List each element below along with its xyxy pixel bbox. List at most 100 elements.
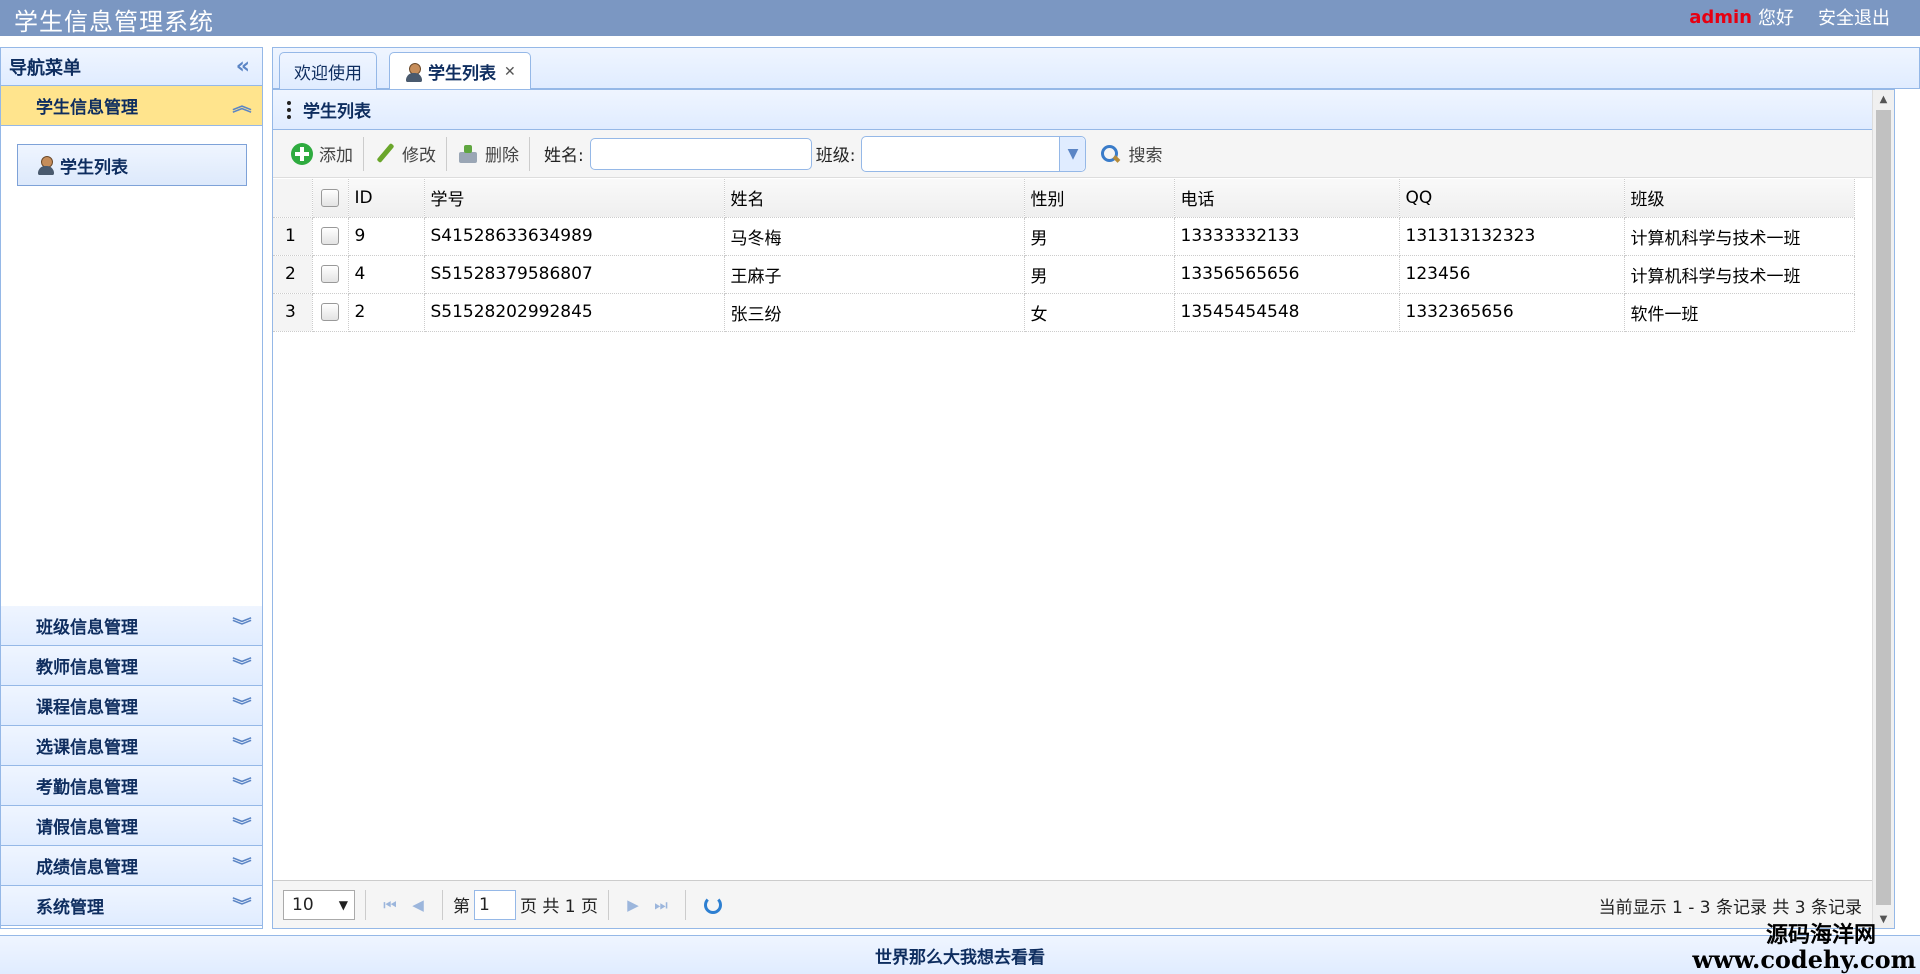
select-all-checkbox-cell[interactable]	[312, 179, 349, 218]
cell-student-number: S51528379586807	[424, 255, 725, 294]
add-label: 添加	[319, 146, 353, 166]
collapse-left-icon[interactable]: «	[236, 55, 250, 78]
sidebar-section-label: 学生信息管理	[36, 98, 138, 118]
vertical-scrollbar[interactable]: ▲ ▼	[1872, 90, 1894, 928]
watermark: 源码海洋网 www.codehy.com	[1692, 923, 1916, 972]
row-checkbox[interactable]	[321, 303, 339, 321]
chevron-up-icon[interactable]: ︽	[232, 97, 251, 114]
sidebar-item-student-list[interactable]: 学生列表	[17, 144, 247, 186]
toolbar-divider	[529, 136, 530, 171]
data-grid: ID 学号 姓名 性别 电话 QQ 班级 1 9 S41528633634989…	[273, 179, 1894, 332]
next-page-icon[interactable]: ▶	[619, 891, 647, 919]
chevron-down-icon[interactable]: ▼	[1059, 136, 1086, 171]
pager-divider	[608, 889, 610, 920]
tab-bar: 欢迎使用 学生列表 ✕	[272, 47, 1920, 90]
row-number: 1	[273, 217, 313, 256]
sidebar-section-course[interactable]: 课程信息管理 ︾	[1, 686, 262, 726]
chevron-down-icon[interactable]: ︾	[232, 777, 251, 794]
sidebar-section-teacher[interactable]: 教师信息管理 ︾	[1, 646, 262, 686]
kebab-menu-icon	[287, 100, 291, 119]
row-checkbox-cell[interactable]	[312, 293, 349, 332]
first-page-icon[interactable]: ⏮	[376, 891, 404, 919]
sidebar-section-system[interactable]: 系统管理 ︾	[1, 886, 262, 926]
cell-id: 9	[348, 217, 425, 256]
chevron-down-icon[interactable]: ︾	[232, 817, 251, 834]
cell-qq: 123456	[1399, 255, 1625, 294]
table-row[interactable]: 2 4 S51528379586807 王麻子 男 13356565656 12…	[273, 255, 1855, 294]
refresh-icon[interactable]	[704, 895, 723, 914]
sidebar-section-label: 班级信息管理	[36, 618, 138, 638]
class-select[interactable]: ▼	[861, 135, 1087, 172]
username: admin	[1689, 6, 1752, 28]
delete-button[interactable]: 删除	[449, 137, 527, 171]
pager-divider	[442, 889, 443, 920]
cell-student-number: S41528633634989	[424, 217, 725, 256]
user-area: admin 您好 安全退出	[1689, 4, 1890, 30]
select-all-checkbox[interactable]	[321, 188, 339, 207]
sidebar-section-leave[interactable]: 请假信息管理 ︾	[1, 806, 262, 846]
sidebar-section-grades[interactable]: 成绩信息管理 ︾	[1, 846, 262, 886]
page-total: 页 共 1 页	[520, 897, 599, 917]
scroll-up-icon[interactable]: ▲	[1873, 90, 1894, 108]
cell-class: 计算机科学与技术一班	[1624, 255, 1855, 294]
search-button[interactable]: 搜索	[1100, 141, 1162, 166]
dropdown-arrow-icon: ▼	[338, 897, 348, 912]
toolbar-divider	[446, 136, 447, 171]
close-icon[interactable]: ✕	[504, 64, 516, 80]
row-checkbox-cell[interactable]	[312, 255, 349, 294]
column-header[interactable]: 性别	[1024, 179, 1175, 218]
column-header[interactable]: ID	[348, 179, 425, 218]
logout-link[interactable]: 安全退出	[1818, 4, 1890, 30]
pager-divider	[685, 889, 687, 920]
column-header[interactable]: 学号	[424, 179, 725, 218]
app-header: 学生信息管理系统 admin 您好 安全退出	[0, 0, 1920, 36]
table-row[interactable]: 1 9 S41528633634989 马冬梅 男 13333332133 13…	[273, 217, 1855, 256]
column-header[interactable]: 姓名	[724, 179, 1025, 218]
chevron-down-icon[interactable]: ︾	[232, 697, 251, 714]
sidebar-section-attendance[interactable]: 考勤信息管理 ︾	[1, 766, 262, 806]
cell-student-number: S51528202992845	[424, 293, 725, 332]
row-checkbox-cell[interactable]	[312, 217, 349, 256]
row-number: 3	[273, 293, 313, 332]
column-header[interactable]: 电话	[1174, 179, 1400, 218]
column-header[interactable]: 班级	[1624, 179, 1855, 218]
cell-gender: 男	[1024, 217, 1175, 256]
last-page-icon[interactable]: ⏭	[647, 891, 675, 919]
prev-page-icon[interactable]: ◀	[404, 891, 432, 919]
tab-student-list[interactable]: 学生列表 ✕	[389, 52, 531, 90]
sidebar-section-class[interactable]: 班级信息管理 ︾	[1, 606, 262, 646]
user-icon	[404, 62, 424, 82]
add-button[interactable]: 添加	[283, 137, 361, 171]
name-filter-label: 姓名:	[544, 146, 584, 166]
chevron-down-icon[interactable]: ︾	[232, 737, 251, 754]
cell-name: 王麻子	[724, 255, 1025, 294]
row-checkbox[interactable]	[321, 265, 339, 283]
page-size-value: 10	[292, 894, 314, 915]
sidebar-section-student[interactable]: 学生信息管理 ︽	[1, 86, 262, 126]
chevron-down-icon[interactable]: ︾	[232, 617, 251, 634]
cell-id: 2	[348, 293, 425, 332]
row-checkbox[interactable]	[321, 227, 339, 245]
tab-welcome[interactable]: 欢迎使用	[279, 52, 377, 90]
column-header[interactable]: QQ	[1399, 179, 1625, 218]
sidebar-section-body: 学生列表	[1, 126, 262, 606]
cell-id: 4	[348, 255, 425, 294]
user-icon	[36, 155, 56, 175]
table-row[interactable]: 3 2 S51528202992845 张三纷 女 13545454548 13…	[273, 293, 1855, 332]
cell-gender: 男	[1024, 255, 1175, 294]
tab-label: 欢迎使用	[294, 64, 362, 84]
edit-button[interactable]: 修改	[366, 137, 444, 171]
chevron-down-icon[interactable]: ︾	[232, 897, 251, 914]
page-prefix: 第	[453, 897, 470, 917]
sidebar-section-selection[interactable]: 选课信息管理 ︾	[1, 726, 262, 766]
table-header-row: ID 学号 姓名 性别 电话 QQ 班级	[273, 179, 1855, 218]
page-number-input[interactable]: 1	[474, 889, 516, 920]
delete-label: 删除	[485, 146, 519, 166]
sidebar-section-label: 系统管理	[36, 898, 104, 918]
scrollbar-thumb[interactable]	[1876, 110, 1891, 905]
name-search-input[interactable]	[589, 137, 812, 170]
page-size-select[interactable]: 10 ▼	[283, 889, 355, 920]
chevron-down-icon[interactable]: ︾	[232, 657, 251, 674]
chevron-down-icon[interactable]: ︾	[232, 857, 251, 874]
cell-name: 马冬梅	[724, 217, 1025, 256]
